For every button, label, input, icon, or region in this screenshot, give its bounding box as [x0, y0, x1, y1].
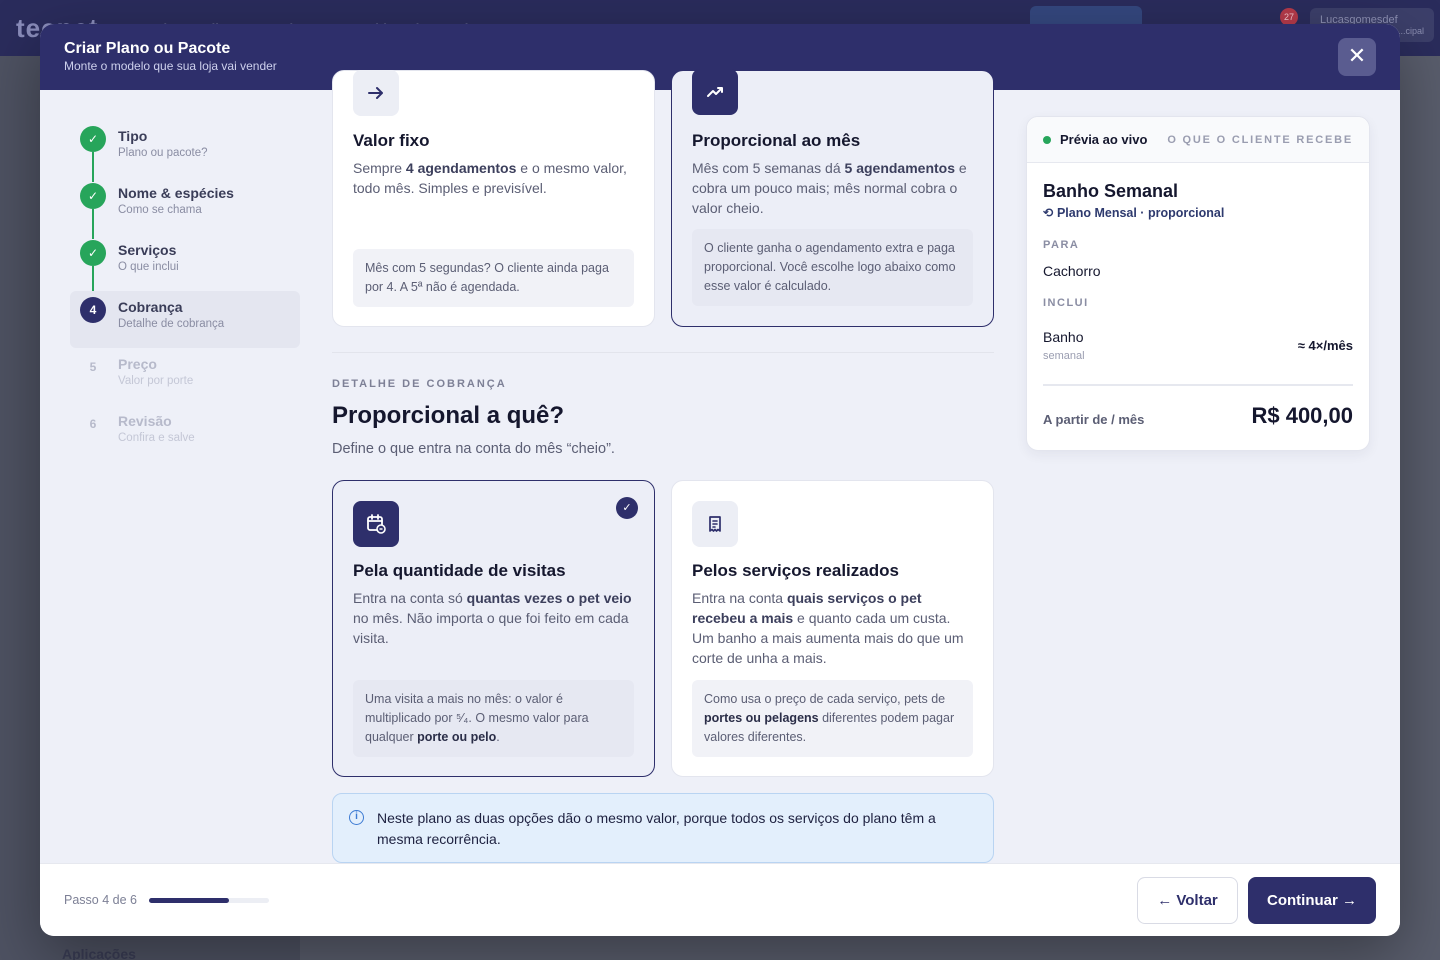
- step-title: Cobrança: [118, 299, 183, 315]
- step-desc: O que inclui: [118, 261, 179, 273]
- plan-name: Banho Semanal: [1043, 181, 1179, 201]
- modal-footer: Passo 4 de 6 ← Voltar Continuar →: [40, 863, 1400, 936]
- step-number: 4: [80, 297, 106, 323]
- progress-fill: [149, 898, 230, 903]
- continue-button[interactable]: Continuar →: [1248, 877, 1376, 924]
- arrow-right-icon: [353, 70, 399, 116]
- para-value: Cachorro: [1043, 263, 1101, 279]
- calendar-refresh-icon: [353, 501, 399, 547]
- preview-divider: [1043, 384, 1353, 386]
- section-title: Proporcional a quê?: [332, 402, 565, 429]
- check-icon: ✓: [80, 240, 106, 266]
- card-title: Pela quantidade de visitas: [353, 561, 566, 580]
- section-divider: [332, 352, 994, 353]
- step-title: Tipo: [118, 128, 148, 144]
- step-revisao: 6 Revisão Confira e salve: [70, 405, 300, 462]
- para-label: PARA: [1043, 239, 1080, 251]
- live-status-dot: [1043, 135, 1051, 144]
- card-title: Pelos serviços realizados: [692, 561, 899, 580]
- live-preview-card: Prévia ao vivo O QUE O CLIENTE RECEBE Ba…: [1026, 116, 1370, 451]
- step-number: 6: [89, 417, 97, 431]
- back-button[interactable]: ← Voltar: [1137, 877, 1238, 924]
- progress-bar: [149, 898, 269, 903]
- step-desc: Valor por porte: [118, 375, 194, 387]
- step-number: 5: [89, 360, 97, 374]
- step-title: Preço: [118, 356, 157, 372]
- option-by-services[interactable]: Pelos serviços realizados Entra na conta…: [671, 480, 994, 777]
- step-title: Serviços: [118, 242, 177, 258]
- card-title: Valor fixo: [353, 131, 430, 150]
- step-desc: Confira e salve: [118, 432, 195, 444]
- card-desc: Mês com 5 semanas dá 5 agendamentos e co…: [692, 160, 967, 216]
- step-counter: Passo 4 de 6: [64, 893, 137, 907]
- plan-type: ⟲ Plano Mensal · proporcional: [1043, 206, 1225, 220]
- check-icon: ✓: [616, 497, 638, 519]
- trending-up-icon: [692, 69, 738, 115]
- card-title: Proporcional ao mês: [692, 131, 861, 150]
- option-fixed-value[interactable]: Valor fixo Sempre 4 agendamentos e o mes…: [332, 70, 655, 327]
- card-desc: Entra na conta quais serviços o pet rece…: [692, 590, 964, 666]
- close-icon: ✕: [1347, 43, 1367, 68]
- receipt-icon: [692, 501, 738, 547]
- section-label: DETALHE DE COBRANÇA: [332, 378, 507, 390]
- wizard-stepper: ✓ Tipo Plano ou pacote? ✓ Nome & espécie…: [70, 120, 300, 462]
- step-desc: Como se chama: [118, 204, 202, 216]
- step-tipo[interactable]: ✓ Tipo Plano ou pacote?: [70, 120, 300, 182]
- step-title: Revisão: [118, 413, 172, 429]
- create-plan-modal: Criar Plano ou Pacote Monte o modelo que…: [40, 24, 1400, 936]
- card-note: Como usa o preço de cada serviço, pets d…: [692, 680, 973, 757]
- check-icon: ✓: [80, 126, 106, 152]
- price-label: A partir de / mês: [1043, 412, 1145, 427]
- inclui-label: INCLUI: [1043, 297, 1089, 309]
- step-servicos[interactable]: ✓ Serviços O que inclui: [70, 234, 300, 296]
- step-preco: 5 Preço Valor por porte: [70, 348, 300, 405]
- service-name: Banho: [1043, 329, 1084, 345]
- bg-apps-label: Aplicações: [62, 946, 136, 960]
- step-desc: Plano ou pacote?: [118, 147, 208, 159]
- section-desc: Define o que entra na conta do mês “chei…: [332, 441, 615, 457]
- option-proportional[interactable]: Proporcional ao mês Mês com 5 semanas dá…: [671, 69, 994, 327]
- modal-title: Criar Plano ou Pacote: [64, 40, 231, 57]
- preview-header: Prévia ao vivo O QUE O CLIENTE RECEBE: [1027, 117, 1369, 163]
- service-frequency: semanal: [1043, 350, 1085, 362]
- check-icon: ✓: [80, 183, 106, 209]
- price-value: R$ 400,00: [1251, 403, 1353, 428]
- option-by-visits[interactable]: ✓ Pela quantidade de visitas Entra na co…: [332, 480, 655, 777]
- preview-sublabel: O QUE O CLIENTE RECEBE: [1167, 133, 1353, 146]
- step-nome-especies[interactable]: ✓ Nome & espécies Como se chama: [70, 177, 300, 239]
- info-text: Neste plano as duas opções dão o mesmo v…: [377, 810, 936, 847]
- card-note: Uma visita a mais no mês: o valor é mult…: [353, 680, 634, 757]
- card-desc: Entra na conta só quantas vezes o pet ve…: [353, 590, 632, 646]
- live-label: Prévia ao vivo: [1060, 132, 1148, 147]
- card-desc: Sempre 4 agendamentos e o mesmo valor, t…: [353, 160, 627, 196]
- step-title: Nome & espécies: [118, 185, 234, 201]
- close-button[interactable]: ✕: [1338, 38, 1376, 76]
- info-icon: i: [349, 810, 364, 825]
- card-note: Mês com 5 segundas? O cliente ainda paga…: [353, 249, 634, 307]
- step-cobranca[interactable]: 4 Cobrança Detalhe de cobrança: [70, 291, 300, 348]
- info-banner: i Neste plano as duas opções dão o mesmo…: [332, 793, 994, 863]
- step-desc: Detalhe de cobrança: [118, 318, 225, 330]
- card-note: O cliente ganha o agendamento extra e pa…: [692, 229, 973, 306]
- service-count: ≈ 4×/mês: [1297, 338, 1353, 353]
